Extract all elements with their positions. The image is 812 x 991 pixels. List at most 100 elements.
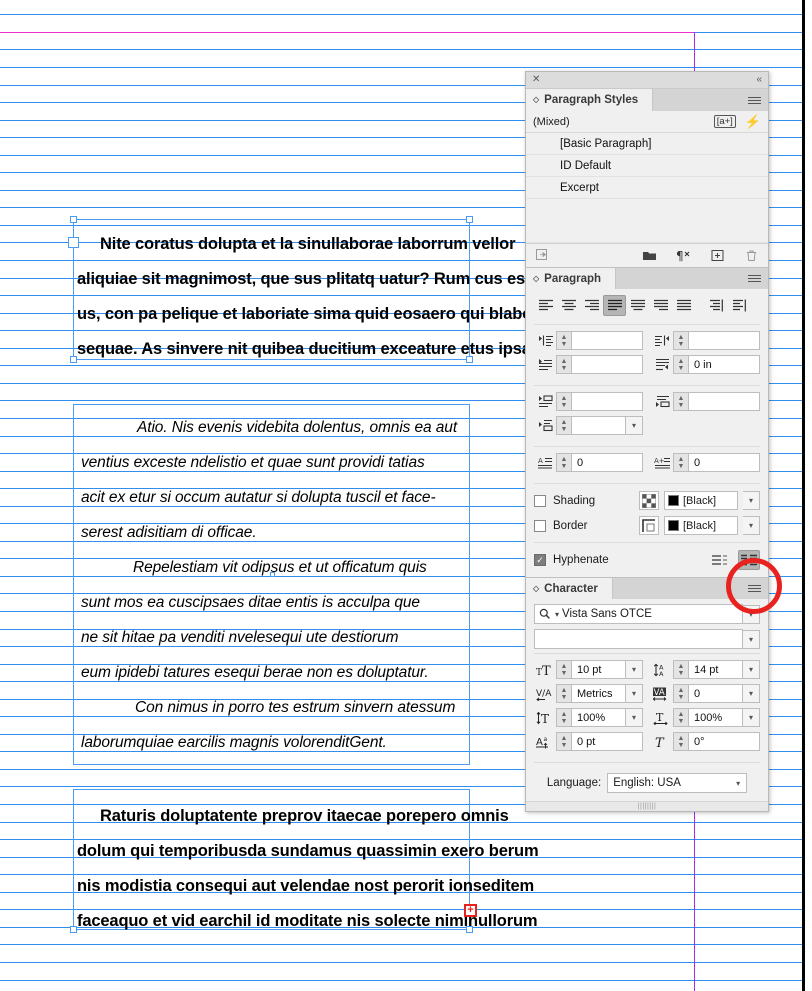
justify-last-center-button[interactable]	[626, 295, 649, 316]
right-indent-stepper[interactable]: ▲▼	[673, 331, 688, 350]
skew-stepper[interactable]: ▲▼	[673, 732, 688, 751]
baseline-shift-input[interactable]: 0 pt	[571, 732, 643, 751]
style-list-empty-area[interactable]	[526, 199, 768, 243]
leading-dropdown[interactable]: ▾	[743, 660, 760, 679]
align-right-button[interactable]	[580, 295, 603, 316]
close-icon[interactable]: ✕	[532, 75, 540, 85]
space-after-input[interactable]	[688, 392, 760, 411]
shading-swatch-icon[interactable]	[639, 491, 659, 510]
vertical-scale-dropdown[interactable]: ▾	[626, 708, 643, 727]
font-style-dropdown[interactable]: ▾	[743, 630, 760, 649]
shading-color-dropdown[interactable]: ▾	[743, 491, 760, 510]
drop-cap-chars-input[interactable]: 0	[688, 453, 760, 472]
border-row[interactable]: Border [Black] ▾	[526, 513, 768, 538]
space-after-stepper[interactable]: ▲▼	[673, 392, 688, 411]
last-line-indent-input[interactable]: 0 in	[688, 355, 760, 374]
border-checkbox[interactable]	[534, 520, 546, 532]
clear-overrides-icon[interactable]: ¶	[676, 248, 691, 263]
justify-all-button[interactable]	[672, 295, 695, 316]
adobe-single-line-composer-button[interactable]	[709, 550, 731, 570]
kerning-dropdown[interactable]: ▾	[626, 684, 643, 703]
language-select[interactable]: English: USA ▾	[607, 773, 747, 793]
tab-character[interactable]: ◇ Character	[526, 578, 613, 599]
shading-row[interactable]: Shading	[526, 488, 768, 513]
margin-guide-horizontal[interactable]	[0, 32, 694, 33]
space-between-stepper[interactable]: ▲▼	[556, 416, 571, 435]
justify-last-left-button[interactable]	[603, 295, 626, 316]
space-between-dropdown[interactable]: ▾	[626, 416, 643, 435]
horizontal-scale-dropdown[interactable]: ▾	[743, 708, 760, 727]
tab-paragraph-styles[interactable]: ◇ Paragraph Styles	[526, 89, 653, 111]
font-family-dropdown[interactable]: ▾	[743, 605, 760, 624]
left-indent-stepper[interactable]: ▲▼	[556, 331, 571, 350]
alignment-buttons[interactable]	[526, 289, 768, 320]
align-away-spine-button[interactable]	[727, 295, 750, 316]
panel-resize-grip[interactable]: ||||||||	[526, 801, 768, 811]
font-style-input[interactable]	[534, 629, 743, 649]
tracking-input[interactable]: 0	[688, 684, 743, 703]
space-between-input[interactable]	[571, 416, 626, 435]
drop-cap-lines-input[interactable]: 0	[571, 453, 643, 472]
panel-dock-titlebar[interactable]: ✕ «	[526, 72, 768, 89]
horizontal-scale-input[interactable]: 100%	[688, 708, 743, 727]
new-style-icon[interactable]	[710, 248, 725, 263]
frame-handle-bl2[interactable]	[70, 926, 77, 933]
clear-overrides-bolt-icon[interactable]: ⚡	[745, 115, 761, 128]
space-before-input[interactable]	[571, 392, 643, 411]
delete-style-icon[interactable]	[744, 248, 759, 263]
paragraph-styles-tabrow[interactable]: ◇ Paragraph Styles	[526, 89, 768, 111]
left-indent-input[interactable]	[571, 331, 643, 350]
paragraph-styles-footer[interactable]: ¶	[526, 243, 768, 267]
load-styles-icon[interactable]	[535, 247, 550, 262]
border-color-field[interactable]: [Black]	[664, 516, 738, 535]
panel-menu-icon[interactable]	[748, 95, 761, 106]
panel-menu-icon[interactable]	[748, 273, 761, 284]
text-overset-indicator[interactable]: +	[464, 904, 477, 917]
kerning-stepper[interactable]: ▲▼	[556, 684, 571, 703]
align-left-button[interactable]	[534, 295, 557, 316]
right-indent-input[interactable]	[688, 331, 760, 350]
skew-input[interactable]: 0°	[688, 732, 760, 751]
collapse-icon[interactable]: «	[756, 75, 762, 85]
leading-input[interactable]: 14 pt	[688, 660, 743, 679]
list-item[interactable]: ID Default	[526, 155, 768, 177]
justify-last-right-button[interactable]	[649, 295, 672, 316]
tracking-dropdown[interactable]: ▾	[743, 684, 760, 703]
paragraph-tabrow[interactable]: ◇ Paragraph	[526, 267, 768, 289]
tab-paragraph[interactable]: ◇ Paragraph	[526, 268, 616, 289]
font-family-input[interactable]: ▾ Vista Sans OTCE	[534, 604, 743, 624]
baseline-shift-stepper[interactable]: ▲▼	[556, 732, 571, 751]
hyphenate-checkbox[interactable]: ✓	[534, 554, 546, 566]
paragraph-style-list[interactable]: [Basic Paragraph] ID Default Excerpt	[526, 133, 768, 243]
list-item[interactable]: Excerpt	[526, 177, 768, 199]
first-line-indent-stepper[interactable]: ▲▼	[556, 355, 571, 374]
drop-cap-chars-stepper[interactable]: ▲▼	[673, 453, 688, 472]
first-line-indent-input[interactable]	[571, 355, 643, 374]
font-size-stepper[interactable]: ▲▼	[556, 660, 571, 679]
font-size-dropdown[interactable]: ▾	[626, 660, 643, 679]
panel-dock[interactable]: ✕ « ◇ Paragraph Styles (Mixed) [a+] ⚡	[525, 71, 769, 812]
space-before-stepper[interactable]: ▲▼	[556, 392, 571, 411]
tracking-stepper[interactable]: ▲▼	[673, 684, 688, 703]
list-item[interactable]: [Basic Paragraph]	[526, 133, 768, 155]
hyphenate-row[interactable]: ✓ Hyphenate	[526, 547, 768, 577]
shading-checkbox[interactable]	[534, 495, 546, 507]
character-tabrow[interactable]: ◇ Character	[526, 577, 768, 599]
kerning-input[interactable]: Metrics	[571, 684, 626, 703]
adobe-paragraph-composer-button[interactable]	[738, 550, 760, 570]
frame-handle-tl[interactable]	[70, 216, 77, 223]
shading-color-field[interactable]: [Black]	[664, 491, 738, 510]
frame-handle-bl[interactable]	[70, 356, 77, 363]
align-toward-spine-button[interactable]	[704, 295, 727, 316]
new-style-group-icon[interactable]	[642, 248, 657, 263]
leading-stepper[interactable]: ▲▼	[673, 660, 688, 679]
frame-handle-tr[interactable]	[466, 216, 473, 223]
font-search-chevron-icon[interactable]: ▾	[555, 610, 559, 619]
drop-cap-lines-stepper[interactable]: ▲▼	[556, 453, 571, 472]
last-line-indent-stepper[interactable]: ▲▼	[673, 355, 688, 374]
font-size-input[interactable]: 10 pt	[571, 660, 626, 679]
panel-menu-icon[interactable]	[748, 583, 761, 594]
border-color-dropdown[interactable]: ▾	[743, 516, 760, 535]
vertical-scale-input[interactable]: 100%	[571, 708, 626, 727]
align-center-button[interactable]	[557, 295, 580, 316]
